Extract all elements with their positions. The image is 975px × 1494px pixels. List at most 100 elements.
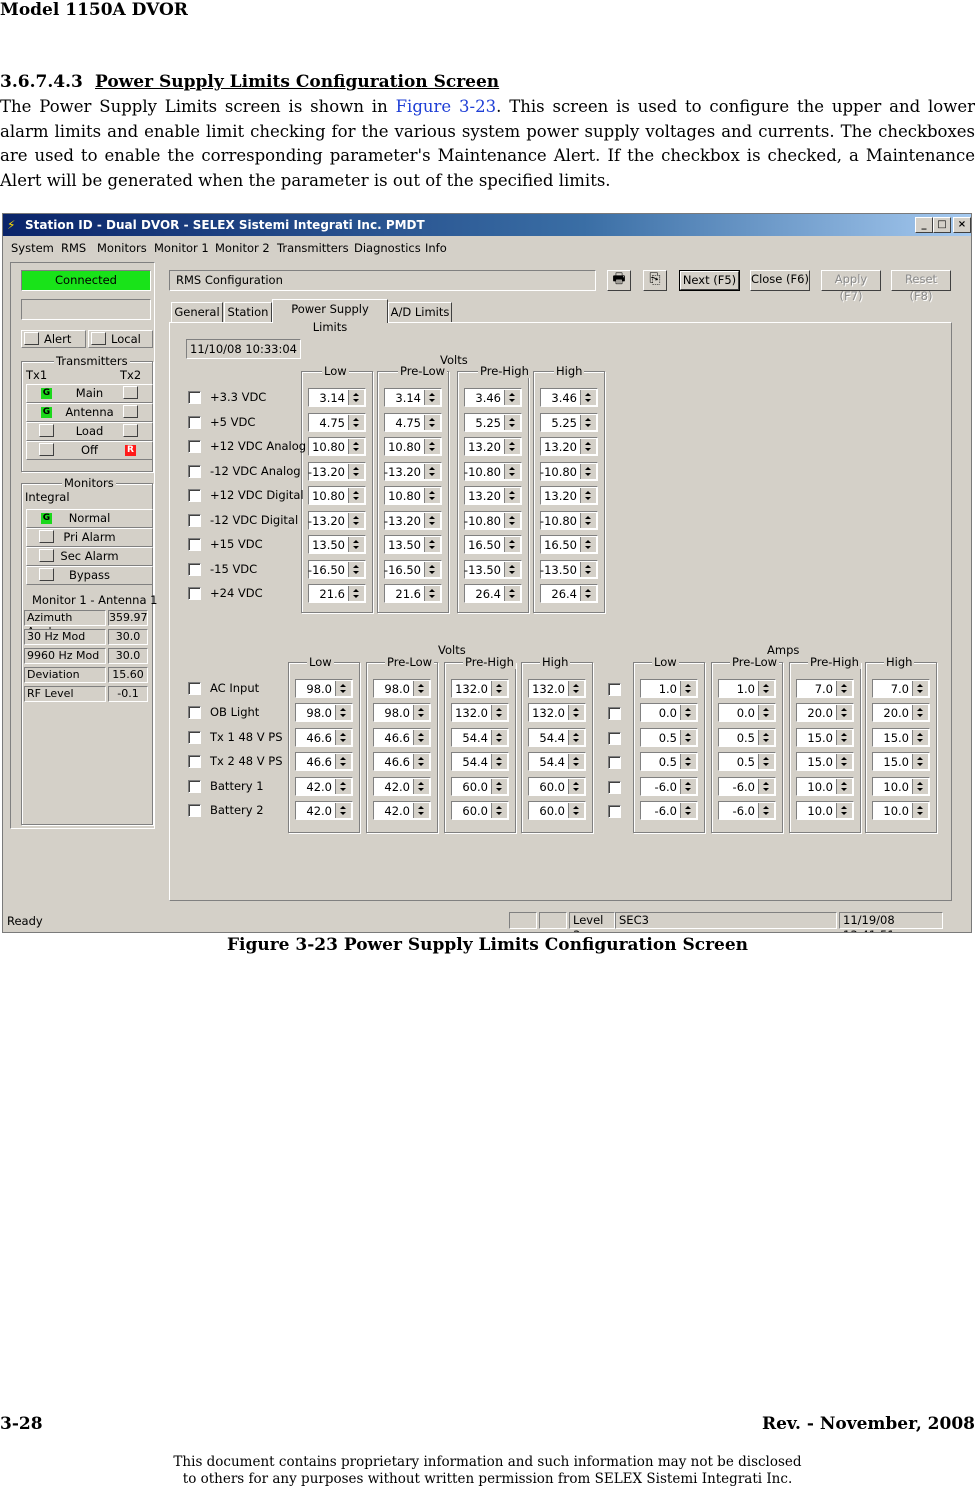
- spin-arrows-icon[interactable]: [680, 803, 696, 818]
- minimize-button[interactable]: _: [915, 217, 933, 233]
- maximize-button[interactable]: □: [933, 217, 951, 233]
- volt-limit-spinner[interactable]: 54.4: [451, 727, 509, 747]
- volt-limit-spinner[interactable]: 54.4: [451, 752, 509, 772]
- spin-arrows-icon[interactable]: [348, 586, 364, 601]
- volt-limit-spinner[interactable]: 46.6: [373, 752, 431, 772]
- limit-spinner[interactable]: 13.50: [308, 535, 366, 554]
- limit-spinner[interactable]: 10.80: [308, 437, 366, 456]
- limit-spinner[interactable]: -10.80: [464, 461, 522, 481]
- limit-spinner[interactable]: 21.6: [384, 584, 442, 603]
- volt-limit-spinner[interactable]: 42.0: [373, 776, 431, 796]
- volt-alert-checkbox[interactable]: [188, 730, 201, 744]
- spin-arrows-icon[interactable]: [424, 586, 440, 601]
- spin-arrows-icon[interactable]: [580, 439, 596, 454]
- spin-arrows-icon[interactable]: [424, 488, 440, 503]
- alert-enable-checkbox[interactable]: [188, 587, 201, 600]
- limit-spinner[interactable]: 3.46: [540, 388, 598, 407]
- spin-arrows-icon[interactable]: [335, 778, 351, 794]
- spin-arrows-icon[interactable]: [680, 681, 696, 696]
- spin-arrows-icon[interactable]: [836, 803, 852, 818]
- limit-spinner[interactable]: 5.25: [464, 412, 522, 432]
- limit-spinner[interactable]: -13.20: [384, 510, 442, 530]
- limit-spinner[interactable]: 13.20: [464, 437, 522, 456]
- tab-power-supply-limits[interactable]: Power Supply Limits: [272, 299, 388, 334]
- tab-ad-limits[interactable]: A/D Limits: [388, 302, 452, 322]
- spin-arrows-icon[interactable]: [491, 803, 507, 818]
- amp-limit-spinner[interactable]: 0.5: [718, 727, 776, 747]
- print-button[interactable]: 🖶: [607, 270, 631, 291]
- spin-arrows-icon[interactable]: [912, 778, 928, 794]
- amp-limit-spinner[interactable]: 0.5: [718, 752, 776, 772]
- spin-arrows-icon[interactable]: [568, 729, 584, 745]
- spin-arrows-icon[interactable]: [491, 681, 507, 696]
- amp-limit-spinner[interactable]: -6.0: [718, 801, 776, 820]
- spin-arrows-icon[interactable]: [912, 705, 928, 721]
- amp-limit-spinner[interactable]: -6.0: [640, 776, 698, 796]
- spin-arrows-icon[interactable]: [836, 705, 852, 721]
- volt-limit-spinner[interactable]: 132.0: [528, 703, 586, 723]
- limit-spinner[interactable]: 26.4: [540, 584, 598, 603]
- spin-arrows-icon[interactable]: [680, 729, 696, 745]
- spin-arrows-icon[interactable]: [758, 803, 774, 818]
- spin-arrows-icon[interactable]: [680, 705, 696, 721]
- volt-alert-checkbox[interactable]: [188, 755, 201, 769]
- amp-limit-spinner[interactable]: 20.0: [872, 703, 930, 723]
- spin-arrows-icon[interactable]: [348, 537, 364, 552]
- spin-arrows-icon[interactable]: [504, 439, 520, 454]
- spin-arrows-icon[interactable]: [504, 390, 520, 405]
- amp-limit-spinner[interactable]: 15.0: [796, 727, 854, 747]
- spin-arrows-icon[interactable]: [348, 463, 364, 479]
- spin-arrows-icon[interactable]: [580, 463, 596, 479]
- limit-spinner[interactable]: 13.20: [540, 486, 598, 505]
- spin-arrows-icon[interactable]: [504, 586, 520, 601]
- volt-limit-spinner[interactable]: 60.0: [451, 776, 509, 796]
- volt-limit-spinner[interactable]: 46.6: [373, 727, 431, 747]
- spin-arrows-icon[interactable]: [491, 705, 507, 721]
- spin-arrows-icon[interactable]: [424, 463, 440, 479]
- spin-arrows-icon[interactable]: [680, 754, 696, 770]
- amp-alert-checkbox[interactable]: [608, 707, 621, 721]
- alert-enable-checkbox[interactable]: [188, 440, 201, 453]
- spin-arrows-icon[interactable]: [504, 414, 520, 430]
- alert-enable-checkbox[interactable]: [188, 489, 201, 502]
- spin-arrows-icon[interactable]: [335, 681, 351, 696]
- volt-limit-spinner[interactable]: 54.4: [528, 727, 586, 747]
- limit-spinner[interactable]: -13.50: [540, 559, 598, 579]
- volt-limit-spinner[interactable]: 42.0: [295, 776, 353, 796]
- amp-limit-spinner[interactable]: -6.0: [640, 801, 698, 820]
- spin-arrows-icon[interactable]: [912, 729, 928, 745]
- limit-spinner[interactable]: 13.50: [384, 535, 442, 554]
- spin-arrows-icon[interactable]: [491, 778, 507, 794]
- amp-limit-spinner[interactable]: 7.0: [796, 679, 854, 698]
- spin-arrows-icon[interactable]: [836, 729, 852, 745]
- volt-limit-spinner[interactable]: 98.0: [295, 703, 353, 723]
- limit-spinner[interactable]: 10.80: [384, 486, 442, 505]
- amp-alert-checkbox[interactable]: [608, 731, 621, 745]
- menu-system[interactable]: System: [11, 241, 54, 255]
- spin-arrows-icon[interactable]: [424, 414, 440, 430]
- spin-arrows-icon[interactable]: [413, 778, 429, 794]
- limit-spinner[interactable]: 13.20: [464, 486, 522, 505]
- limit-spinner[interactable]: 16.50: [540, 535, 598, 554]
- spin-arrows-icon[interactable]: [568, 754, 584, 770]
- amp-limit-spinner[interactable]: 1.0: [640, 679, 698, 698]
- limit-spinner[interactable]: -13.50: [464, 559, 522, 579]
- amp-limit-spinner[interactable]: 0.5: [640, 727, 698, 747]
- alert-enable-checkbox[interactable]: [188, 562, 201, 576]
- amp-limit-spinner[interactable]: 0.0: [718, 703, 776, 723]
- spin-arrows-icon[interactable]: [580, 586, 596, 601]
- menu-transmitters[interactable]: Transmitters: [277, 241, 349, 255]
- spin-arrows-icon[interactable]: [424, 390, 440, 405]
- alert-enable-checkbox[interactable]: [188, 464, 201, 478]
- figure-link[interactable]: Figure 3-23: [396, 97, 497, 116]
- spin-arrows-icon[interactable]: [912, 754, 928, 770]
- copy-button[interactable]: ⎘: [643, 270, 667, 291]
- spin-arrows-icon[interactable]: [348, 561, 364, 577]
- spin-arrows-icon[interactable]: [580, 561, 596, 577]
- spin-arrows-icon[interactable]: [335, 803, 351, 818]
- amp-limit-spinner[interactable]: 10.0: [872, 801, 930, 820]
- menu-monitor-1[interactable]: Monitor 1: [154, 241, 209, 255]
- close-button[interactable]: Close (F6): [750, 270, 810, 291]
- spin-arrows-icon[interactable]: [758, 705, 774, 721]
- amp-alert-checkbox[interactable]: [608, 756, 621, 770]
